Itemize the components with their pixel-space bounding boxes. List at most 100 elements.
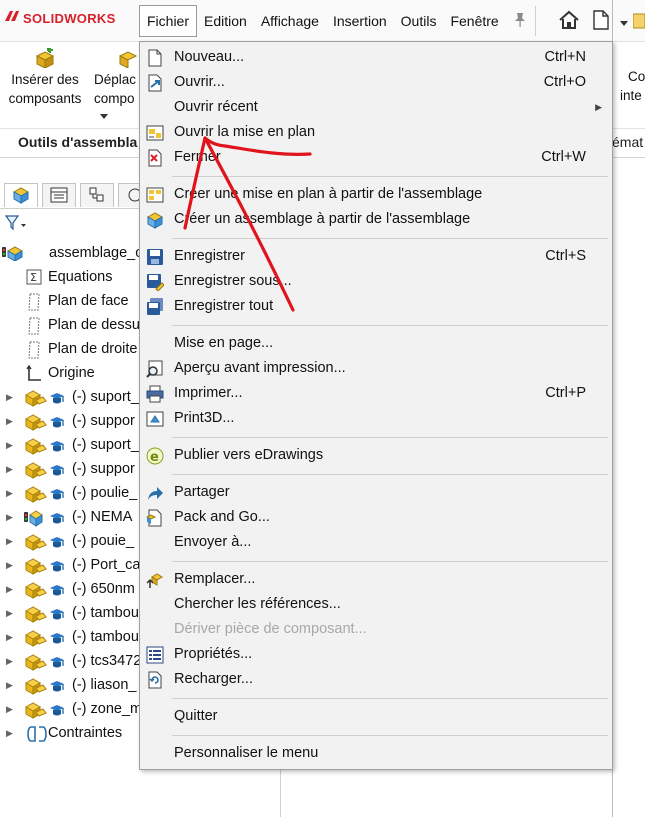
- menu-item-creer-une-mise-en-plan-a-partir-de-l-assemblage[interactable]: Créer une mise en plan à partir de l'ass…: [140, 182, 612, 207]
- menu-outils[interactable]: Outils: [394, 5, 444, 37]
- menu-item-mise-en-page[interactable]: Mise en page...: [140, 331, 612, 356]
- menu-affichage[interactable]: Affichage: [254, 5, 326, 37]
- menu-separator: [172, 437, 608, 438]
- menu-item-creer-un-assemblage-a-partir-de-l-assemblage[interactable]: Créer un assemblage à partir de l'assemb…: [140, 207, 612, 232]
- menu-bar: Fichier Edition Affichage Insertion Outi…: [139, 5, 506, 37]
- fichier-dropdown-menu: Nouveau... Ctrl+N Ouvrir... Ctrl+O Ouvrir ré…: [139, 41, 613, 770]
- menu-item-shortcut: Ctrl+S: [545, 248, 586, 264]
- configuration-manager-icon: [89, 187, 104, 202]
- tree-item-label: (-) suport_: [72, 437, 139, 453]
- graphics-frame: [612, 0, 645, 817]
- insert-components-label-1: Insérer des: [11, 72, 79, 87]
- move-component-icon: [118, 51, 138, 68]
- menu-item-envoyer-a[interactable]: Envoyer à...: [140, 530, 612, 555]
- menu-item-publier-vers-edrawings[interactable]: e Publier vers eDrawings: [140, 443, 612, 468]
- filter-icon: [4, 215, 26, 231]
- print-preview-icon: [146, 360, 164, 378]
- menu-item-imprimer[interactable]: Imprimer... Ctrl+P: [140, 381, 612, 406]
- menu-item-label: Nouveau...: [174, 49, 245, 65]
- menu-item-nouveau[interactable]: Nouveau... Ctrl+N: [140, 45, 612, 70]
- submenu-arrow-icon: ▶: [595, 102, 602, 112]
- tree-item-label: Plan de dessu: [48, 317, 140, 333]
- expand-arrow-icon[interactable]: ▶: [6, 433, 14, 457]
- menu-item-label: Ouvrir...: [174, 74, 225, 90]
- menu-item-chercher-les-references[interactable]: Chercher les références...: [140, 592, 612, 617]
- solidworks-logo[interactable]: SOLIDWORKS: [4, 9, 116, 27]
- menu-item-ouvrir-la-mise-en-plan[interactable]: Ouvrir la mise en plan: [140, 120, 612, 145]
- tree-item-label: Plan de droite: [48, 341, 138, 357]
- expand-arrow-icon[interactable]: ▶: [6, 697, 14, 721]
- expand-arrow-icon[interactable]: ▶: [6, 481, 14, 505]
- menu-item-quitter[interactable]: Quitter: [140, 704, 612, 729]
- tree-item-label: (-) suppor: [72, 413, 135, 429]
- expand-arrow-icon[interactable]: ▶: [6, 409, 14, 433]
- menu-item-remplacer[interactable]: Remplacer...: [140, 567, 612, 592]
- tab-feature-tree[interactable]: [4, 183, 38, 207]
- menu-item-personnaliser-le-menu[interactable]: Personnaliser le menu: [140, 741, 612, 766]
- expand-arrow-icon[interactable]: ▶: [6, 577, 14, 601]
- expand-arrow-icon[interactable]: ▶: [6, 601, 14, 625]
- printer-icon: [146, 385, 164, 403]
- tree-item-label: assemblage_c: [49, 245, 143, 261]
- menu-item-label: Pack and Go...: [174, 509, 270, 525]
- menu-item-pack-and-go[interactable]: Pack and Go...: [140, 505, 612, 530]
- expand-arrow-icon[interactable]: ▶: [6, 553, 14, 577]
- expand-arrow-icon[interactable]: ▶: [6, 721, 14, 745]
- new-document-icon[interactable]: [593, 10, 609, 33]
- expand-arrow-icon[interactable]: ▶: [6, 625, 14, 649]
- tree-item-label: Origine: [48, 365, 95, 381]
- tree-item-label: (-) Port_ca: [72, 557, 141, 573]
- tree-item-label: (-) zone_m: [72, 701, 143, 717]
- pin-icon[interactable]: [513, 12, 527, 28]
- properties-icon: [146, 646, 164, 664]
- expand-arrow-icon[interactable]: ▶: [6, 649, 14, 673]
- menu-separator: [172, 474, 608, 475]
- menu-item-enregistrer-tout[interactable]: Enregistrer tout: [140, 294, 612, 319]
- tree-item-label: (-) liason_: [72, 677, 137, 693]
- insert-components-icon: [35, 48, 55, 68]
- home-icon[interactable]: [558, 10, 580, 33]
- menu-item-enregistrer[interactable]: Enregistrer Ctrl+S: [140, 244, 612, 269]
- menu-item-ouvrir[interactable]: Ouvrir... Ctrl+O: [140, 70, 612, 95]
- menu-item-label: Chercher les références...: [174, 596, 341, 612]
- move-component-button[interactable]: Déplac compo: [94, 44, 140, 119]
- tab-assembly-tools[interactable]: Outils d'assembla: [18, 134, 137, 150]
- menu-fenetre[interactable]: Fenêtre: [443, 5, 505, 37]
- menu-separator: [172, 238, 608, 239]
- menu-item-apercu-avant-impression[interactable]: Aperçu avant impression...: [140, 356, 612, 381]
- insert-components-label-2: composants: [8, 91, 82, 106]
- expand-arrow-icon[interactable]: ▶: [6, 505, 14, 529]
- chevron-down-icon[interactable]: [100, 106, 108, 125]
- menu-item-enregistrer-sous[interactable]: Enregistrer sous...: [140, 269, 612, 294]
- menu-item-shortcut: Ctrl+O: [543, 74, 586, 90]
- menu-separator: [172, 325, 608, 326]
- menu-item-fermer[interactable]: Fermer Ctrl+W: [140, 145, 612, 170]
- menu-item-label: Ouvrir la mise en plan: [174, 124, 316, 140]
- menu-item-print3d[interactable]: Print3D...: [140, 406, 612, 431]
- menu-separator: [172, 561, 608, 562]
- menu-item-ouvrir-recent[interactable]: Ouvrir récent ▶: [140, 95, 612, 120]
- menu-item-proprietes[interactable]: Propriétés...: [140, 642, 612, 667]
- expand-arrow-icon[interactable]: ▶: [6, 457, 14, 481]
- print3d-icon: [146, 410, 164, 428]
- insert-components-button[interactable]: Insérer des composants: [4, 44, 86, 108]
- menu-item-label: Ouvrir récent: [174, 99, 258, 115]
- tree-item-label: (-) poulie_: [72, 485, 138, 501]
- expand-arrow-icon[interactable]: ▶: [6, 385, 14, 409]
- filter-button[interactable]: [4, 215, 27, 234]
- expand-arrow-icon[interactable]: ▶: [6, 529, 14, 553]
- menu-item-label: Personnaliser le menu: [174, 745, 319, 761]
- menu-fichier[interactable]: Fichier: [139, 5, 198, 37]
- menu-edition[interactable]: Edition: [197, 5, 254, 37]
- replace-icon: [146, 571, 164, 589]
- menu-item-label: Partager: [174, 484, 230, 500]
- menu-item-partager[interactable]: Partager: [140, 480, 612, 505]
- menu-item-label: Propriétés...: [174, 646, 253, 662]
- menu-item-label: Quitter: [174, 708, 218, 724]
- menu-item-recharger[interactable]: Recharger...: [140, 667, 612, 692]
- menu-insertion[interactable]: Insertion: [326, 5, 394, 37]
- tab-property-manager[interactable]: [42, 183, 76, 207]
- expand-arrow-icon[interactable]: ▶: [6, 673, 14, 697]
- tab-configuration-manager[interactable]: [80, 183, 114, 207]
- menu-separator: [172, 735, 608, 736]
